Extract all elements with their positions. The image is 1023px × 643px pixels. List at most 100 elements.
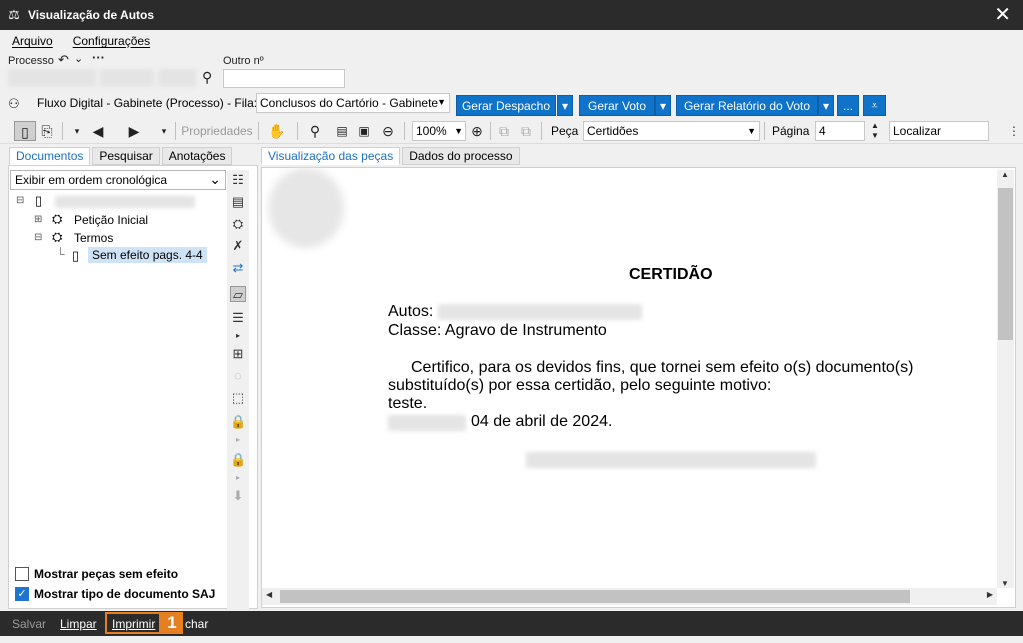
outro-label: Outro nº bbox=[223, 55, 264, 67]
outro-input[interactable] bbox=[223, 69, 345, 88]
process-number-field-1[interactable] bbox=[8, 69, 96, 87]
order-value: Exibir em ordem cronológica bbox=[15, 173, 168, 187]
zoom-out-icon[interactable]: ⊖ bbox=[379, 121, 397, 141]
gerar-voto-dropdown-icon[interactable]: ▾ bbox=[655, 95, 671, 116]
tree-item-termos[interactable]: Termos bbox=[74, 231, 113, 245]
mostrar-sem-efeito-checkbox[interactable] bbox=[15, 567, 29, 581]
scroll-thumb-horizontal[interactable] bbox=[280, 590, 910, 603]
mostrar-tipo-saj-checkbox[interactable]: ✓ bbox=[15, 587, 29, 601]
document-icon: ▯ bbox=[72, 248, 80, 263]
window-title: Visualização de Autos bbox=[28, 8, 155, 22]
expand-icon[interactable]: ⩡ bbox=[863, 95, 886, 116]
peca-select[interactable]: Certidões ▼ bbox=[583, 121, 760, 141]
zoom-select[interactable]: 100% ▼ bbox=[412, 121, 466, 141]
separator bbox=[62, 122, 63, 140]
toolbar-overflow-icon[interactable]: ⋮ bbox=[1008, 121, 1020, 141]
nav-dropdown-icon[interactable]: ▾ bbox=[70, 121, 84, 141]
remove-document-icon[interactable]: ✗ bbox=[230, 238, 246, 254]
more-actions-button[interactable]: ... bbox=[837, 95, 859, 116]
queue-select[interactable]: Conclusos do Cartório - Gabinete ▼ bbox=[256, 93, 450, 113]
next-icon[interactable]: ▶ bbox=[124, 121, 144, 141]
separator bbox=[258, 122, 259, 140]
queue-value: Conclusos do Cartório - Gabinete bbox=[260, 96, 439, 110]
tab-documentos[interactable]: Documentos bbox=[9, 147, 91, 165]
note-list-icon[interactable]: ☰ bbox=[230, 310, 246, 326]
lock-icon[interactable]: 🔒 bbox=[230, 452, 246, 468]
arrow-right-icon[interactable]: ▸ bbox=[230, 328, 246, 344]
copy-icon[interactable]: ⧉ bbox=[495, 121, 513, 141]
scroll-up-icon[interactable]: ▲ bbox=[1001, 170, 1009, 179]
arrow-right-icon[interactable]: ▸ bbox=[230, 470, 246, 486]
loading-icon[interactable]: ◌ bbox=[230, 368, 246, 384]
gerar-despacho-button[interactable]: Gerar Despacho bbox=[456, 95, 556, 116]
menu-configuracoes[interactable]: Configurações bbox=[69, 34, 154, 48]
stamp-icon: ⛭ bbox=[52, 211, 63, 226]
more-icon[interactable]: ··· bbox=[92, 50, 105, 65]
hand-icon[interactable]: ✋ bbox=[264, 121, 290, 141]
pagina-input[interactable]: 4 bbox=[815, 121, 865, 141]
hand-page-icon[interactable]: ⎘ bbox=[38, 121, 56, 141]
expand-icon[interactable]: ⊞ bbox=[34, 214, 42, 225]
chevron-down-icon: ⌄ bbox=[209, 171, 221, 187]
export-icon[interactable]: ⬚ bbox=[230, 390, 246, 406]
process-root-node[interactable] bbox=[55, 196, 195, 208]
stack-icon[interactable]: ▤ bbox=[230, 194, 246, 210]
process-number-field-2[interactable] bbox=[100, 69, 154, 87]
chevron-down-icon[interactable]: ⌄ bbox=[74, 52, 83, 65]
tab-pesquisar[interactable]: Pesquisar bbox=[92, 147, 160, 165]
tab-visualizacao[interactable]: Visualização das peças bbox=[261, 147, 401, 165]
scroll-thumb[interactable] bbox=[998, 188, 1013, 340]
tree-item-peticao[interactable]: Petição Inicial bbox=[74, 213, 148, 227]
nav-dropdown-icon-2[interactable]: ▾ bbox=[157, 121, 171, 141]
vertical-scrollbar[interactable]: ▲ ▼ bbox=[997, 170, 1014, 588]
menu-arquivo[interactable]: Arquivo bbox=[8, 34, 57, 48]
previous-icon[interactable]: ◀ bbox=[88, 121, 108, 141]
step-badge: 1 bbox=[161, 612, 183, 634]
transfer-icon[interactable]: ⇄ bbox=[230, 260, 246, 276]
order-select[interactable]: Exibir em ordem cronológica ⌄ bbox=[10, 170, 226, 190]
fechar-button[interactable]: char bbox=[185, 617, 208, 631]
mostrar-tipo-saj-label: Mostrar tipo de documento SAJ bbox=[34, 587, 216, 601]
localizar-input[interactable]: Localizar bbox=[889, 121, 989, 141]
zoom-icon[interactable]: ⚲ bbox=[302, 121, 328, 141]
stamp-icon[interactable]: ⛭ bbox=[230, 216, 246, 232]
zoom-in-icon[interactable]: ⊕ bbox=[468, 121, 486, 141]
add-note-icon[interactable]: ⊞ bbox=[230, 346, 246, 362]
separator bbox=[764, 122, 765, 140]
properties-button[interactable]: Propriedades bbox=[180, 121, 254, 141]
gerar-relatorio-button[interactable]: Gerar Relatório do Voto bbox=[676, 95, 818, 116]
body-line-2: substituído(s) por essa certidão, pelo s… bbox=[388, 377, 772, 394]
collapse-icon[interactable]: ⊟ bbox=[34, 232, 42, 243]
search-icon[interactable]: ⚲ bbox=[202, 69, 212, 86]
fit-width-icon[interactable]: ▤ bbox=[333, 121, 351, 141]
page-icon[interactable]: ▯ bbox=[14, 121, 36, 141]
salvar-button[interactable]: Salvar bbox=[12, 617, 46, 631]
gerar-despacho-dropdown-icon[interactable]: ▾ bbox=[557, 95, 573, 116]
tab-dados-processo[interactable]: Dados do processo bbox=[402, 147, 520, 165]
scroll-left-icon[interactable]: ◀ bbox=[266, 590, 272, 599]
scroll-down-icon[interactable]: ▼ bbox=[1001, 579, 1009, 588]
download-icon[interactable]: ⬇ bbox=[230, 488, 246, 504]
note-icon[interactable]: ▱ bbox=[230, 286, 246, 302]
paste-icon[interactable]: ⧉ bbox=[517, 121, 535, 141]
horizontal-scrollbar[interactable]: ◀ ▶ bbox=[262, 588, 997, 605]
back-icon[interactable]: ↶ bbox=[58, 52, 69, 68]
tree-item-sem-efeito[interactable]: Sem efeito pags. 4-4 bbox=[88, 247, 207, 263]
gerar-relatorio-dropdown-icon[interactable]: ▾ bbox=[818, 95, 834, 116]
document-icon: ▯ bbox=[35, 193, 43, 208]
gerar-voto-button[interactable]: Gerar Voto bbox=[579, 95, 655, 116]
page-spinner-icon[interactable]: ▲ ▼ bbox=[868, 121, 882, 141]
tab-anotacoes[interactable]: Anotações bbox=[161, 147, 233, 165]
arrow-right-icon[interactable]: ▸ bbox=[230, 432, 246, 448]
scroll-right-icon[interactable]: ▶ bbox=[987, 590, 993, 599]
fit-page-icon[interactable]: ▣ bbox=[355, 121, 373, 141]
limpar-button[interactable]: Limpar bbox=[60, 617, 97, 631]
process-number-field-3[interactable] bbox=[158, 69, 196, 87]
flow-icon: ⚇ bbox=[8, 96, 20, 111]
list-tree-icon[interactable]: ☷ bbox=[230, 172, 246, 188]
tree-connector: └ bbox=[56, 247, 65, 261]
close-icon[interactable]: ✕ bbox=[994, 5, 1011, 25]
zoom-value: 100% bbox=[416, 124, 447, 138]
lock-icon[interactable]: 🔒 bbox=[230, 414, 246, 430]
collapse-icon[interactable]: ⊟ bbox=[16, 195, 24, 206]
